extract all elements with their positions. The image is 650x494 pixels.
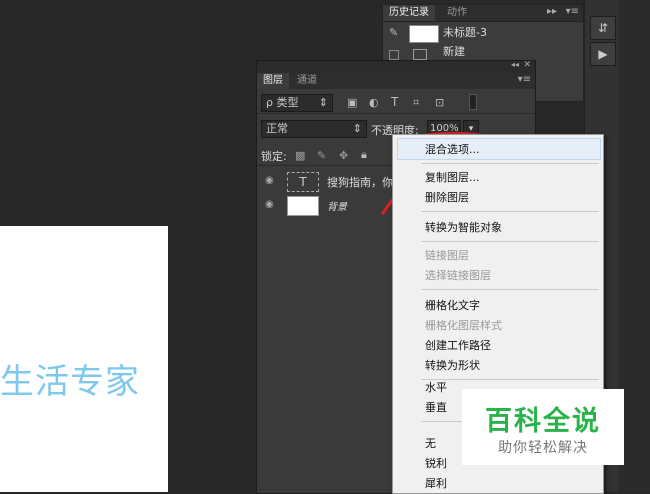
menu-item[interactable]: 水平 [425, 379, 447, 395]
select-arrow-icon: ⇕ [352, 122, 362, 135]
layer-name: 背景 [327, 202, 347, 213]
menu-item[interactable]: 无 [425, 435, 436, 451]
menu-item[interactable]: 犀利 [425, 475, 447, 491]
menu-item[interactable]: 混合选项... [425, 141, 480, 157]
menu-item: 栅格化图层样式 [425, 319, 502, 332]
background-layer-thumb [287, 196, 319, 216]
layers-tabbar: 图层 通道 ▾≡ [257, 73, 535, 89]
tab-history[interactable]: 历史记录 [383, 5, 435, 21]
filter-toggle[interactable] [469, 94, 477, 110]
history-dock-icon[interactable]: ⇵ [590, 16, 616, 40]
dock-edge [620, 0, 650, 492]
watermark-title: 百科全说 [485, 406, 601, 437]
tab-channels[interactable]: 通道 [291, 73, 323, 89]
blend-mode-value: 正常 [266, 122, 288, 135]
select-arrow-icon: ⇕ [318, 96, 328, 109]
play-action-icon[interactable]: ▶ [590, 42, 616, 66]
menu-separator [421, 241, 599, 242]
history-tabbar: 历史记录 动作 ▸▸ ▾≡ [383, 5, 583, 22]
filter-label: ρ 类型 [266, 96, 299, 109]
history-checkbox-icon [389, 50, 399, 60]
lock-all-icon[interactable]: 🔒︎ [361, 148, 367, 162]
menu-item[interactable]: 转换为智能对象 [425, 219, 502, 235]
menu-separator [421, 163, 599, 164]
menu-item[interactable]: 转换为形状 [425, 357, 480, 373]
visibility-eye-icon[interactable]: ◉ [265, 175, 277, 187]
menu-item[interactable]: 删除图层 [425, 189, 469, 205]
panel-menu-icon[interactable]: ▾≡ [566, 6, 579, 17]
panel-menu-icon[interactable]: ▾≡ [518, 74, 531, 85]
menu-separator [421, 379, 599, 380]
lock-label: 锁定: [261, 150, 287, 163]
history-row-label: 未标题-3 [443, 26, 487, 39]
panel-collapse-icon[interactable]: ▸▸ [547, 6, 557, 17]
canvas-text: 生活专家 [0, 362, 140, 402]
filter-pixel-icon[interactable]: ▣ [347, 96, 357, 109]
close-icon[interactable]: ✕ [523, 60, 531, 70]
watermark: 百科全说 助你轻松解决 [462, 389, 624, 465]
visibility-eye-icon[interactable]: ◉ [265, 199, 277, 211]
menu-item: 选择链接图层 [425, 269, 491, 282]
divider [257, 113, 535, 114]
filter-type-icon[interactable]: T [391, 95, 398, 109]
blend-mode-select[interactable]: 正常 ⇕ [261, 120, 367, 138]
document-icon [413, 49, 427, 60]
filter-smart-icon[interactable]: ⊡ [435, 96, 444, 109]
filter-shape-icon[interactable]: ⌗ [413, 96, 419, 110]
menu-separator [421, 211, 599, 212]
menu-separator [421, 289, 599, 290]
text-layer-thumb: T [287, 172, 319, 192]
history-brush-icon: ✎ [389, 26, 399, 39]
menu-item: 链接图层 [425, 249, 469, 262]
menu-item[interactable]: 创建工作路径 [425, 337, 491, 353]
tab-actions[interactable]: 动作 [441, 5, 473, 21]
menu-item[interactable]: 锐利 [425, 455, 447, 471]
watermark-subtitle: 助你轻松解决 [498, 440, 588, 456]
history-row[interactable]: ✎ 未标题-3 [383, 22, 583, 44]
filter-adjust-icon[interactable]: ◐ [369, 96, 379, 109]
lock-paint-icon[interactable]: ✎ [317, 149, 326, 162]
history-snapshot-thumb [409, 25, 439, 43]
menu-item[interactable]: 栅格化文字 [425, 297, 480, 313]
lock-move-icon[interactable]: ✥ [339, 149, 348, 162]
layer-filter-select[interactable]: ρ 类型 ⇕ [261, 94, 333, 112]
tab-layers[interactable]: 图层 [257, 73, 289, 89]
collapse-icon[interactable]: ◂◂ [511, 60, 519, 69]
panel-titlebar: ◂◂ ✕ [257, 60, 535, 73]
menu-item[interactable]: 垂直 [425, 399, 447, 415]
menu-item[interactable]: 复制图层... [425, 169, 480, 185]
lock-transparent-icon[interactable]: ▩ [295, 149, 305, 162]
